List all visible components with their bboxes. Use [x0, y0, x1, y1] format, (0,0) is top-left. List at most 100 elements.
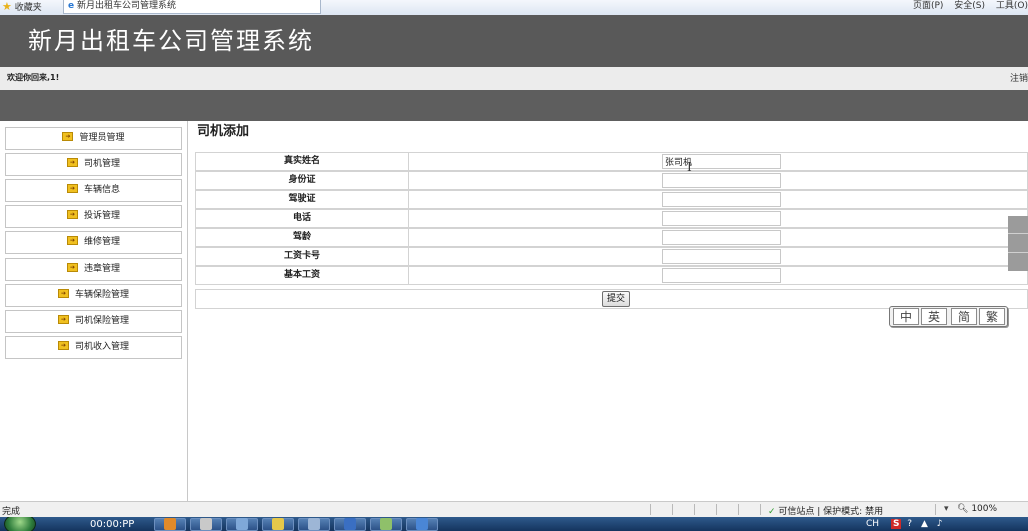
page-title: 司机添加	[197, 124, 250, 139]
form-row-id-card: 身份证	[195, 171, 1028, 190]
form-row-base-salary: 基本工资	[195, 266, 1028, 285]
zoom-level: 100%	[971, 504, 998, 514]
browser-toolbar: ★ 收藏夹 e 新月出租车公司管理系统 页面(P) 安全(S) 工具(O)	[0, 0, 1028, 16]
app-icon	[380, 518, 392, 530]
magnifier-icon: 🔍︎	[957, 504, 969, 514]
lang-simplified-button[interactable]: 简	[951, 308, 977, 325]
status-divider	[716, 504, 717, 515]
driving-years-input[interactable]	[662, 230, 781, 245]
gear-icon	[200, 518, 212, 530]
menu-safety[interactable]: 安全(S)	[954, 1, 985, 11]
ime-language[interactable]: CH	[866, 519, 879, 529]
base-salary-input[interactable]	[662, 268, 781, 283]
welcome-bar: 欢迎你回来,1! 注销	[0, 67, 1028, 90]
browser-tab[interactable]: e 新月出租车公司管理系统	[63, 0, 321, 14]
system-tray: CH S ? ▲ ♪	[866, 519, 949, 529]
status-text: 完成	[2, 507, 21, 517]
taskbar-time: 00:00:PP	[90, 519, 135, 530]
taskbar-app[interactable]	[298, 518, 330, 531]
arrow-right-icon: ➔	[66, 236, 78, 245]
scrollbar-grip	[1008, 233, 1028, 234]
taskbar-app[interactable]	[190, 518, 222, 531]
zone-label: 可信站点 | 保护模式: 禁用	[778, 507, 884, 517]
sidebar-item-label: 司机收入管理	[74, 342, 129, 352]
start-button[interactable]	[4, 517, 36, 531]
help-icon[interactable]: ?	[907, 519, 912, 529]
arrow-right-icon: ➔	[57, 315, 69, 324]
taskbar-app[interactable]	[334, 518, 366, 531]
app-icon	[308, 518, 320, 530]
form-row-phone: 电话	[195, 209, 1028, 228]
app-header: 新月出租车公司管理系统	[0, 15, 1028, 67]
sidebar-item-violation[interactable]: ➔ 违章管理	[5, 258, 182, 281]
arrow-right-icon: ➔	[57, 289, 69, 298]
ime-icon[interactable]: S	[890, 519, 902, 529]
salary-card-input[interactable]	[662, 249, 781, 264]
ie-icon: e	[68, 1, 75, 11]
app-title: 新月出租车公司管理系统	[28, 27, 314, 55]
sidebar-item-label: 车辆信息	[83, 185, 120, 195]
status-divider	[935, 504, 936, 515]
taskbar-app[interactable]	[154, 518, 186, 531]
protected-mode-icon[interactable]: ▾	[944, 504, 949, 514]
taskbar-app[interactable]	[370, 518, 402, 531]
browser-command-bar: 页面(P) 安全(S) 工具(O)	[905, 0, 1028, 14]
sidebar: ➔ 管理员管理 ➔ 司机管理 ➔ 车辆信息 ➔ 投诉管理 ➔ 维修管理 ➔ 违章管理 ➔ 车辆…	[0, 121, 188, 501]
status-divider	[694, 504, 695, 515]
security-zone[interactable]: ✓ 可信站点 | 保护模式: 禁用	[768, 504, 883, 517]
submit-button[interactable]: 提交	[602, 291, 631, 307]
form-row-license: 驾驶证	[195, 190, 1028, 209]
sidebar-item-label: 司机保险管理	[74, 316, 129, 326]
sidebar-item-repair[interactable]: ➔ 维修管理	[5, 231, 182, 254]
menu-tools[interactable]: 工具(O)	[996, 1, 1028, 11]
nav-band	[0, 90, 1028, 121]
app-icon	[164, 518, 176, 530]
taskbar-app[interactable]	[226, 518, 258, 531]
sidebar-item-driver-income[interactable]: ➔ 司机收入管理	[5, 336, 182, 359]
app-icon	[416, 518, 428, 530]
sidebar-item-label: 维修管理	[83, 237, 120, 247]
status-divider	[672, 504, 673, 515]
scrollbar-grip	[1008, 252, 1028, 253]
field-label: 电话	[196, 210, 409, 227]
form-row-driving-years: 驾龄	[195, 228, 1028, 247]
license-input[interactable]	[662, 192, 781, 207]
sidebar-item-driver[interactable]: ➔ 司机管理	[5, 153, 182, 176]
arrow-right-icon: ➔	[66, 263, 78, 272]
sidebar-item-label: 违章管理	[83, 264, 120, 274]
scrollbar-thumb[interactable]	[1008, 216, 1028, 271]
sidebar-item-driver-insurance[interactable]: ➔ 司机保险管理	[5, 310, 182, 333]
sidebar-item-admin[interactable]: ➔ 管理员管理	[5, 127, 182, 150]
tab-title: 新月出租车公司管理系统	[76, 1, 176, 11]
zoom-control[interactable]: 🔍︎ 100%	[957, 504, 997, 514]
favorites-label: 收藏夹	[14, 3, 42, 13]
lang-chinese-button[interactable]: 中	[893, 308, 919, 325]
id-card-input[interactable]	[662, 173, 781, 188]
field-label: 真实姓名	[196, 153, 409, 170]
status-divider	[650, 504, 651, 515]
sidebar-item-vehicle[interactable]: ➔ 车辆信息	[5, 179, 182, 202]
logout-link[interactable]: 注销	[1010, 71, 1028, 84]
language-switch: 中 英 简 繁	[889, 306, 1008, 327]
arrow-right-icon: ➔	[62, 132, 74, 141]
star-icon: ★	[2, 0, 12, 13]
sidebar-item-vehicle-insurance[interactable]: ➔ 车辆保险管理	[5, 284, 182, 307]
lang-english-button[interactable]: 英	[921, 308, 947, 325]
menu-page[interactable]: 页面(P)	[913, 1, 943, 11]
favorites-button[interactable]: ★ 收藏夹	[2, 0, 42, 14]
taskbar-app[interactable]	[262, 518, 294, 531]
taskbar: 00:00:PP CH S ? ▲ ♪	[0, 517, 1028, 531]
phone-input[interactable]	[662, 211, 781, 226]
sidebar-item-complaint[interactable]: ➔ 投诉管理	[5, 205, 182, 228]
status-bar: 完成 ✓ 可信站点 | 保护模式: 禁用 ▾ 🔍︎ 100%	[0, 501, 1028, 517]
taskbar-app[interactable]	[406, 518, 438, 531]
real-name-input[interactable]	[662, 154, 781, 169]
arrow-right-icon: ➔	[66, 158, 78, 167]
sidebar-item-label: 投诉管理	[83, 211, 120, 221]
volume-icon[interactable]: ♪	[937, 519, 943, 529]
app-icon	[344, 518, 356, 530]
sidebar-item-label: 管理员管理	[79, 133, 125, 143]
lang-traditional-button[interactable]: 繁	[979, 308, 1005, 325]
arrow-right-icon: ➔	[57, 341, 69, 350]
network-icon[interactable]: ▲	[921, 519, 928, 529]
